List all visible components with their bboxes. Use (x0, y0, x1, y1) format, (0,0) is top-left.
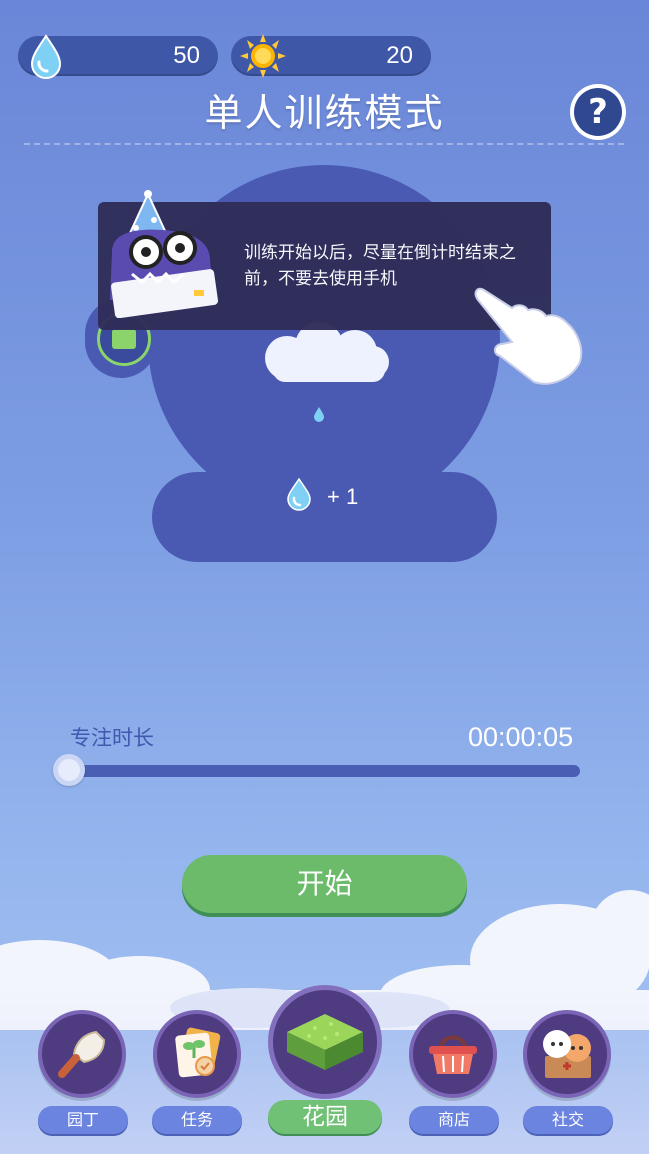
tab-social-label[interactable]: 社交 (523, 1106, 613, 1134)
basket-icon (425, 1026, 481, 1086)
cloud-icon (255, 322, 395, 388)
reward-display: + 1 (285, 477, 359, 517)
water-counter: 50 (18, 34, 218, 79)
reward-text: + 1 (327, 484, 359, 509)
pot-icon (112, 329, 136, 349)
tab-gardener[interactable] (38, 1010, 126, 1098)
tab-shop[interactable] (409, 1010, 497, 1098)
sun-value: 20 (386, 42, 413, 69)
sun-icon (237, 32, 289, 84)
tab-social[interactable] (523, 1010, 611, 1098)
page-title: 单人训练模式 (204, 91, 445, 135)
focus-duration-label: 专注时长 (70, 726, 154, 750)
tab-shop-label[interactable]: 商店 (409, 1106, 499, 1134)
small-drop-icon (313, 406, 325, 426)
question-mark-icon: ? (574, 88, 622, 136)
friends-icon (539, 1026, 595, 1086)
duration-slider-track[interactable] (64, 765, 580, 777)
trowel-icon (54, 1026, 110, 1086)
monster-mascot-icon (102, 190, 227, 322)
tab-gardener-label[interactable]: 园丁 (38, 1106, 128, 1134)
duration-slider-thumb[interactable] (53, 754, 85, 786)
tab-tasks[interactable] (153, 1010, 241, 1098)
water-value: 50 (173, 42, 200, 69)
header-divider (24, 143, 624, 145)
pointing-hand-icon (472, 282, 584, 392)
tab-garden[interactable] (268, 985, 382, 1099)
focus-duration-time: 00:00:05 (468, 722, 574, 752)
water-drop-icon (285, 477, 313, 517)
grass-block-icon (285, 1012, 365, 1078)
help-button[interactable]: ? (570, 84, 626, 140)
sun-counter: 20 (231, 34, 431, 78)
water-drop-icon (24, 32, 68, 84)
task-card-icon (169, 1026, 225, 1086)
tab-tasks-label[interactable]: 任务 (152, 1106, 242, 1134)
tab-garden-label[interactable]: 花园 (268, 1100, 382, 1134)
